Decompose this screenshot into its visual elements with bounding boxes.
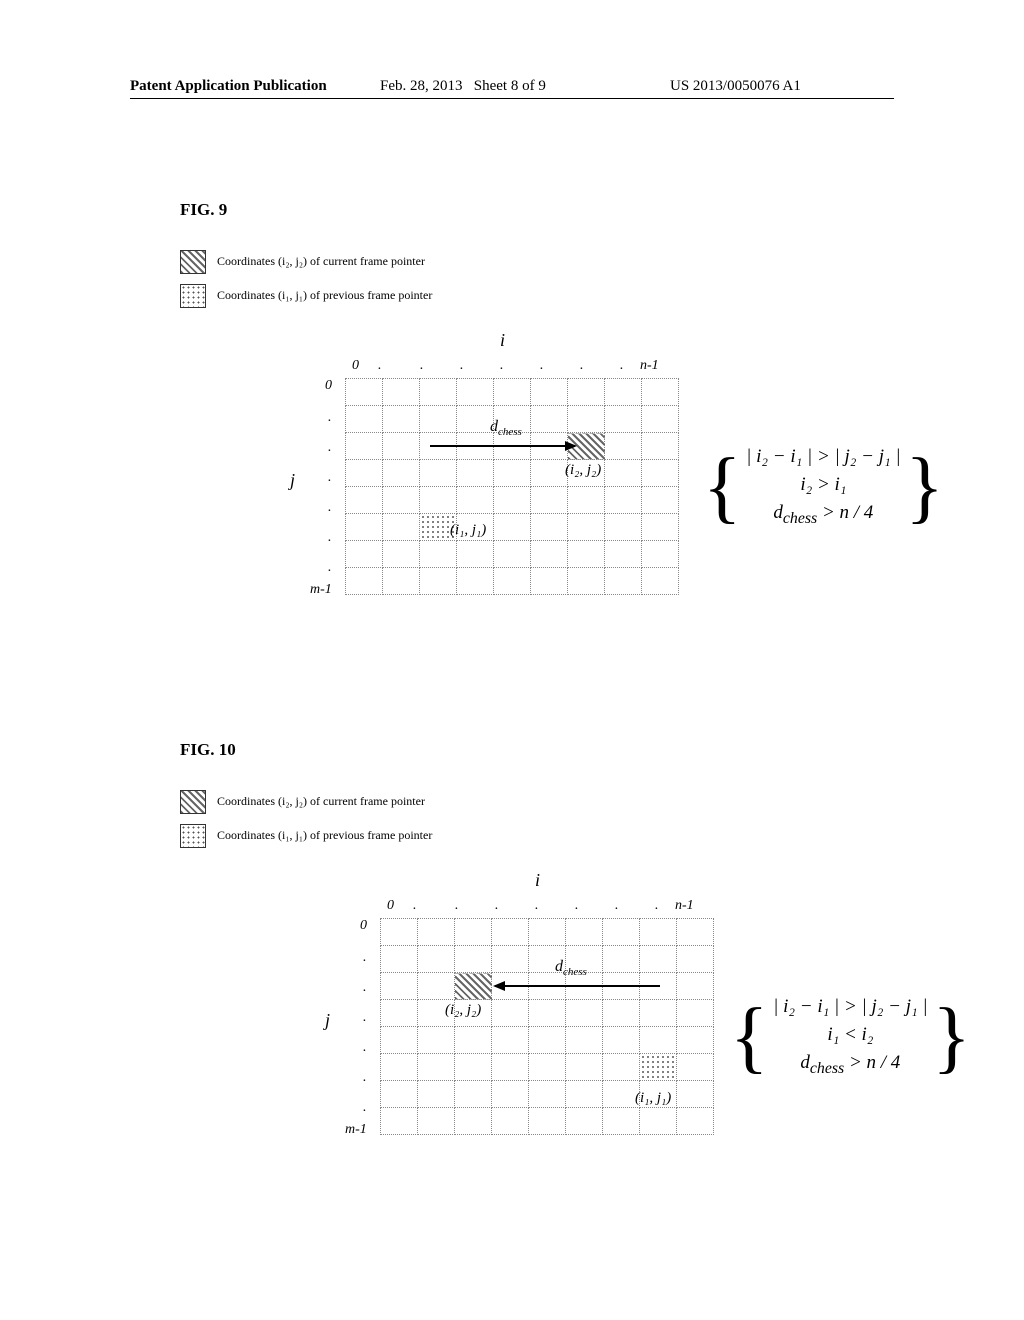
swatch-hatch-icon	[180, 250, 206, 274]
tick-dot: .	[363, 1070, 367, 1086]
figure-10-label: FIG. 10	[180, 740, 236, 760]
cond-row-3: dchess > n / 4	[746, 502, 900, 528]
coord-previous: (i₁, j₁)	[635, 1090, 671, 1107]
cond-row-2: i₂ > i₁	[746, 474, 900, 496]
tick-row-end: m-1	[345, 1122, 367, 1138]
tick-dot: .	[420, 358, 424, 374]
tick-dot: .	[455, 898, 459, 914]
cond-row-1: | i₂ − i₁ | > | j₂ − j₁ |	[746, 446, 900, 468]
figure-9-conditions: { | i₂ − i₁ | > | j₂ − j₁ | i₂ > i₁ dche…	[703, 440, 944, 534]
tick-dot: .	[495, 898, 499, 914]
tick-dot: .	[500, 358, 504, 374]
d-chess-label: dchess	[490, 418, 522, 438]
axis-i-label: i	[535, 870, 540, 891]
header-publication: Patent Application Publication	[130, 78, 327, 95]
tick-dot: .	[328, 560, 332, 576]
tick-dot: .	[363, 950, 367, 966]
header-pubnum: US 2013/0050076 A1	[670, 78, 801, 95]
header-rule	[130, 98, 894, 99]
tick-dot: .	[615, 898, 619, 914]
tick-dot: .	[328, 440, 332, 456]
tick-col-0: 0	[387, 898, 394, 914]
swatch-dot-icon	[180, 824, 206, 848]
header-sheet: Sheet 8 of 9	[474, 78, 546, 94]
tick-dot: .	[328, 530, 332, 546]
tick-dot: .	[655, 898, 659, 914]
tick-dot: .	[540, 358, 544, 374]
arrow-left-icon	[495, 985, 660, 987]
tick-dot: .	[328, 470, 332, 486]
header-date-sheet: Feb. 28, 2013 Sheet 8 of 9	[380, 78, 546, 95]
d-chess-label: dchess	[555, 958, 587, 978]
cell-previous	[640, 1054, 677, 1081]
tick-dot: .	[363, 1100, 367, 1116]
figure-10-legend: Coordinates (i₂, j₂) of current frame po…	[180, 780, 432, 858]
figure-9-label: FIG. 9	[180, 200, 227, 220]
tick-dot: .	[580, 358, 584, 374]
tick-dot: .	[535, 898, 539, 914]
axis-j-label: j	[325, 1010, 330, 1031]
coord-current: (i₂, j₂)	[445, 1002, 481, 1019]
tick-dot: .	[363, 1010, 367, 1026]
tick-row-end: m-1	[310, 582, 332, 598]
cond-row-2: i₁ < i₂	[773, 1024, 927, 1046]
tick-dot: .	[328, 410, 332, 426]
axis-j-label: j	[290, 470, 295, 491]
tick-col-end: n-1	[640, 358, 659, 374]
legend-current-text: Coordinates (i₂, j₂) of current frame po…	[217, 794, 425, 808]
tick-dot: .	[620, 358, 624, 374]
header-date: Feb. 28, 2013	[380, 78, 463, 94]
tick-row-0: 0	[325, 378, 332, 394]
coord-current: (i₂, j₂)	[565, 462, 601, 479]
legend-previous-text: Coordinates (i₁, j₁) of previous frame p…	[217, 828, 432, 842]
arrow-right-icon	[430, 445, 575, 447]
tick-dot: .	[575, 898, 579, 914]
swatch-hatch-icon	[180, 790, 206, 814]
swatch-dot-icon	[180, 284, 206, 308]
tick-row-0: 0	[360, 918, 367, 934]
coord-previous: (i₁, j₁)	[450, 522, 486, 539]
legend-previous-text: Coordinates (i₁, j₁) of previous frame p…	[217, 288, 432, 302]
cell-current	[455, 973, 492, 1000]
tick-col-0: 0	[352, 358, 359, 374]
legend-current-text: Coordinates (i₂, j₂) of current frame po…	[217, 254, 425, 268]
tick-col-end: n-1	[675, 898, 694, 914]
figure-10-conditions: { | i₂ − i₁ | > | j₂ − j₁ | i₁ < i₂ dche…	[730, 990, 971, 1084]
tick-dot: .	[460, 358, 464, 374]
figure-9-grid	[345, 378, 679, 595]
tick-dot: .	[413, 898, 417, 914]
figure-9-legend: Coordinates (i₂, j₂) of current frame po…	[180, 240, 432, 318]
tick-dot: .	[378, 358, 382, 374]
tick-dot: .	[363, 980, 367, 996]
cond-row-3: dchess > n / 4	[773, 1052, 927, 1078]
cond-row-1: | i₂ − i₁ | > | j₂ − j₁ |	[773, 996, 927, 1018]
axis-i-label: i	[500, 330, 505, 351]
tick-dot: .	[363, 1040, 367, 1056]
tick-dot: .	[328, 500, 332, 516]
